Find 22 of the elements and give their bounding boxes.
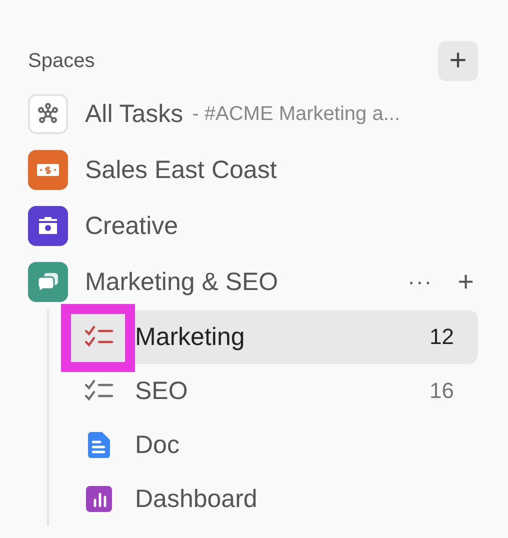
chat-bubbles-icon [36, 271, 60, 293]
space-name[interactable]: Creative [85, 212, 178, 240]
list-name: Marketing [135, 322, 246, 352]
list-item[interactable]: SEO 16 [63, 364, 478, 418]
section-title: Spaces [28, 50, 95, 72]
list-name: Dashboard [135, 484, 258, 514]
list-item[interactable]: Dashboard [63, 472, 478, 526]
task-count: 12 [430, 324, 454, 350]
camera-icon [37, 216, 59, 236]
money-bill-icon [36, 162, 60, 178]
task-count: 16 [430, 378, 454, 404]
list-item[interactable]: Doc [63, 418, 478, 472]
space-name[interactable]: All Tasks [85, 100, 184, 128]
network-icon [37, 103, 59, 125]
space-name[interactable]: Marketing & SEO [85, 268, 278, 296]
space-description: - #ACME Marketing a... [192, 102, 400, 126]
more-button[interactable]: ··· [404, 271, 437, 293]
list-name: SEO [135, 376, 189, 406]
add-button[interactable]: + [454, 268, 478, 296]
add-space-button[interactable]: + [438, 41, 478, 81]
space-name[interactable]: Sales East Coast [85, 156, 277, 184]
list-name: Doc [135, 430, 180, 460]
